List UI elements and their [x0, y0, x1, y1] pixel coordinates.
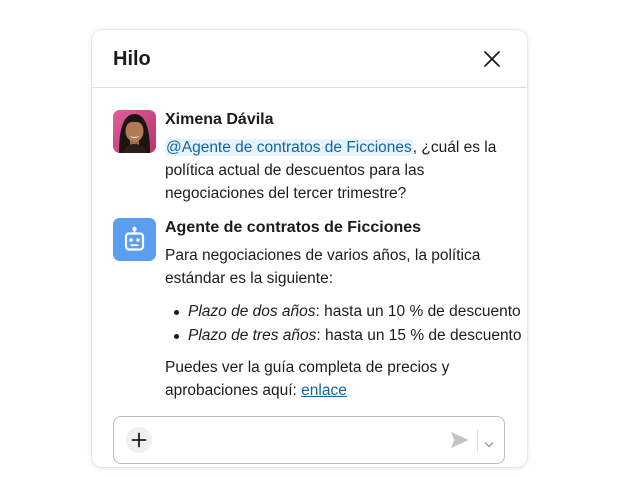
thread-header: Hilo	[92, 30, 527, 88]
message-user: Ximena Dávila @Agente de contratos de Fi…	[113, 110, 513, 210]
message-intro: Para negociaciones de varios años, la po…	[165, 247, 481, 287]
guide-link[interactable]: enlace	[301, 382, 347, 399]
mention[interactable]: @Agente de contratos de Ficciones	[165, 139, 413, 156]
bullet-text: : hasta un 15 % de descuento	[316, 327, 522, 344]
robot-icon[interactable]	[113, 218, 156, 261]
close-icon[interactable]	[483, 50, 501, 68]
thread-panel: Hilo Ximena Dávila @Agente de contratos …	[92, 30, 527, 467]
message-body: Para negociaciones de varios años, la po…	[165, 244, 522, 402]
message-author: Agente de contratos de Ficciones	[165, 219, 422, 236]
chevron-down-icon[interactable]	[484, 436, 494, 448]
plus-icon[interactable]	[126, 427, 152, 453]
send-icon[interactable]	[450, 431, 470, 449]
message-agent: Agente de contratos de Ficciones Para ne…	[113, 218, 522, 408]
list-item: Plazo de dos años: hasta un 10 % de desc…	[165, 300, 521, 324]
user-avatar[interactable]	[113, 110, 156, 153]
message-outro: Puedes ver la guía completa de precios y…	[165, 356, 510, 402]
bullet-term: Plazo de tres años	[188, 327, 317, 344]
message-composer[interactable]	[113, 416, 505, 464]
bullet-text: : hasta un 10 % de descuento	[315, 303, 521, 320]
message-body: @Agente de contratos de Ficciones, ¿cuál…	[165, 136, 510, 205]
composer-divider	[477, 430, 478, 452]
message-author: Ximena Dávila	[165, 111, 274, 128]
bullet-term: Plazo de dos años	[188, 303, 316, 320]
list-item: Plazo de tres años: hasta un 15 % de des…	[165, 324, 522, 348]
bullet-list: Plazo de dos años: hasta un 10 % de desc…	[165, 300, 522, 348]
thread-title: Hilo	[113, 48, 151, 70]
